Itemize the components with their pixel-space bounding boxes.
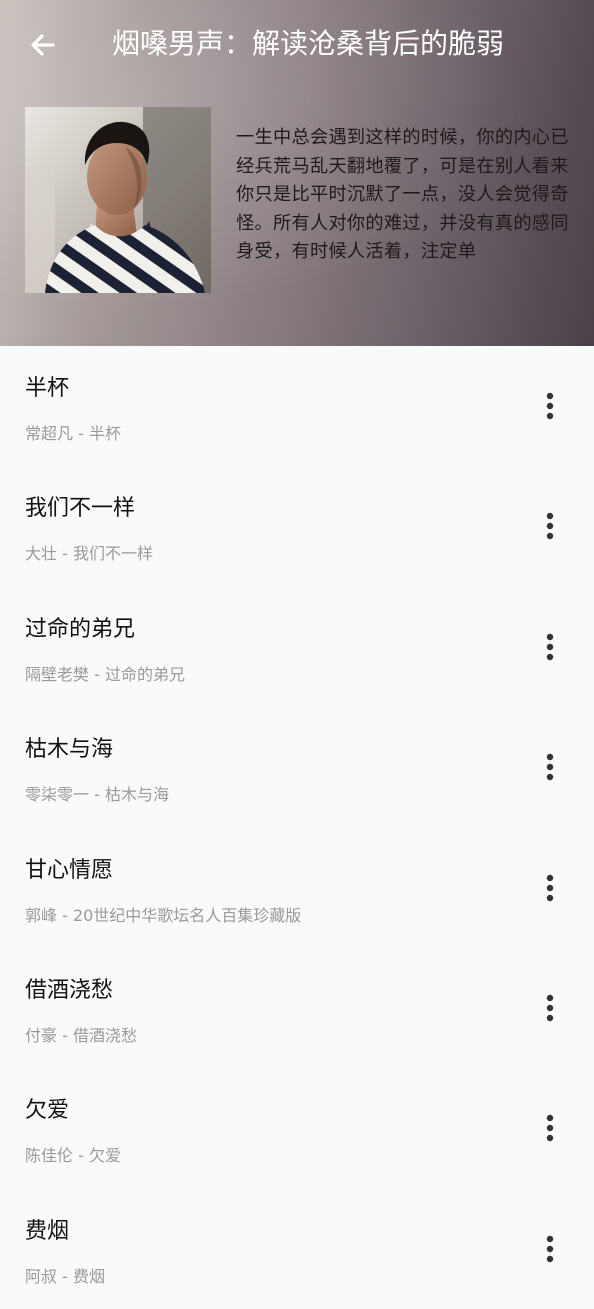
song-title: 欠爱 <box>25 1098 70 1124</box>
more-options-button[interactable] <box>532 388 568 424</box>
song-list: 半杯 常超凡 - 半杯 我们不一样 大壮 - 我们不一样 过命的弟兄 隔壁老樊 … <box>0 346 594 1309</box>
song-artist-album: 陈佳伦 - 欠爱 <box>25 1146 121 1166</box>
playlist-cover-image <box>25 107 211 293</box>
song-artist-album: 郭峰 - 20世纪中华歌坛名人百集珍藏版 <box>25 905 302 925</box>
song-artist-album: 阿叔 - 费烟 <box>25 1266 105 1286</box>
playlist-description: 一生中总会遇到这样的时候，你的内心已经兵荒马乱天翻地覆了，可是在别人看来你只是比… <box>236 127 569 262</box>
more-vertical-icon <box>546 633 554 660</box>
song-title: 甘心情愿 <box>25 857 114 883</box>
list-item[interactable]: 借酒浇愁 付豪 - 借酒浇愁 <box>0 948 594 1068</box>
list-item[interactable]: 半杯 常超凡 - 半杯 <box>0 346 594 466</box>
list-item[interactable]: 过命的弟兄 隔壁老樊 - 过命的弟兄 <box>0 587 594 707</box>
list-item[interactable]: 费烟 阿叔 - 费烟 <box>0 1189 594 1309</box>
more-options-button[interactable] <box>532 749 568 785</box>
song-artist-album: 隔壁老樊 - 过命的弟兄 <box>25 664 185 684</box>
more-options-button[interactable] <box>532 870 568 906</box>
more-vertical-icon <box>546 874 554 901</box>
more-vertical-icon <box>546 753 554 781</box>
song-title: 半杯 <box>25 376 70 401</box>
page-title: 烟嗓男声：解读沧桑背后的脆弱 <box>112 27 505 60</box>
more-options-button[interactable] <box>532 990 568 1026</box>
more-vertical-icon <box>546 513 554 540</box>
more-vertical-icon <box>546 1115 554 1142</box>
list-item[interactable]: 欠爱 陈佳伦 - 欠爱 <box>0 1068 594 1188</box>
song-title: 费烟 <box>25 1218 70 1244</box>
more-options-button[interactable] <box>532 1110 568 1146</box>
list-item[interactable]: 甘心情愿 郭峰 - 20世纪中华歌坛名人百集珍藏版 <box>0 828 594 948</box>
song-artist-album: 常超凡 - 半杯 <box>25 424 121 443</box>
song-title: 借酒浇愁 <box>25 977 114 1003</box>
more-vertical-icon <box>546 392 554 420</box>
playlist-header: 烟嗓男声：解读沧桑背后的脆弱 一生中总会遇到这样的时候，你的内心已经兵荒马乱天翻… <box>0 0 594 346</box>
song-title: 过命的弟兄 <box>25 616 136 642</box>
more-options-button[interactable] <box>532 508 568 544</box>
song-artist-album: 零柒零一 - 枯木与海 <box>25 785 169 805</box>
more-vertical-icon <box>546 1235 554 1262</box>
back-button[interactable] <box>22 24 64 66</box>
song-artist-album: 付豪 - 借酒浇愁 <box>25 1025 137 1045</box>
more-options-button[interactable] <box>532 1231 568 1267</box>
song-title: 枯木与海 <box>25 737 114 763</box>
song-title: 我们不一样 <box>25 496 136 522</box>
list-item[interactable]: 枯木与海 零柒零一 - 枯木与海 <box>0 707 594 827</box>
list-item[interactable]: 我们不一样 大壮 - 我们不一样 <box>0 466 594 586</box>
more-options-button[interactable] <box>532 629 568 665</box>
more-vertical-icon <box>546 994 554 1022</box>
arrow-left-icon <box>31 34 55 56</box>
song-artist-album: 大壮 - 我们不一样 <box>25 544 153 564</box>
